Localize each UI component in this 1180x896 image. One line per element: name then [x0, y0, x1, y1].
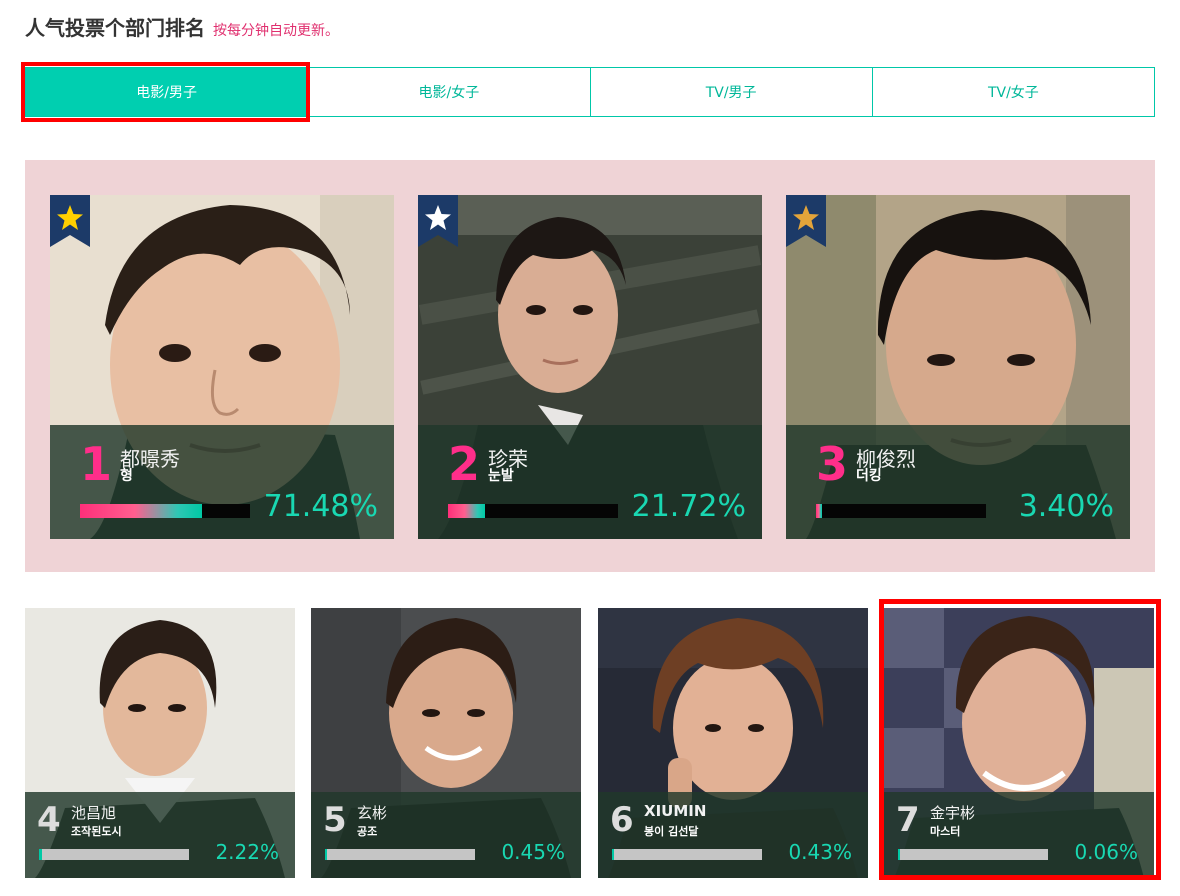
info-overlay: 6 XIUMIN 봉이 김선달 0.43% — [598, 792, 868, 878]
update-note: 按每分钟自动更新。 — [213, 23, 339, 39]
actor-name: XIUMIN — [644, 802, 707, 820]
actor-name: 金宇彬 — [930, 804, 976, 822]
category-tabs: 电影/男子 电影/女子 TV/男子 TV/女子 — [25, 67, 1155, 117]
rank-card-7[interactable]: 7 金宇彬 마스터 0.06% — [884, 608, 1154, 878]
work-title: 봉이 김선달 — [644, 825, 699, 838]
info-overlay: 3 柳俊烈 더킹 3.40% — [786, 425, 1130, 539]
rank-card-1[interactable]: 1 都暻秀 형 71.48% — [50, 195, 394, 539]
rank-number: 3 — [816, 437, 849, 491]
vote-bar — [39, 849, 189, 860]
info-overlay: 5 玄彬 공조 0.45% — [311, 792, 581, 878]
ribbon-badge — [786, 195, 826, 247]
vote-percent: 71.48% — [263, 489, 378, 524]
vote-bar — [448, 504, 618, 518]
vote-percent: 0.45% — [501, 840, 565, 864]
vote-percent: 0.43% — [788, 840, 852, 864]
rank-card-3[interactable]: 3 柳俊烈 더킹 3.40% — [786, 195, 1130, 539]
rank-number: 2 — [448, 437, 481, 491]
rank-number: 1 — [80, 437, 113, 491]
rank-card-2[interactable]: 2 珍荣 눈발 21.72% — [418, 195, 762, 539]
vote-bar — [898, 849, 1048, 860]
vote-bar-fill — [898, 849, 900, 860]
vote-bar-fill — [448, 504, 485, 518]
vote-percent: 21.72% — [631, 489, 746, 524]
tab-tv-female[interactable]: TV/女子 — [871, 68, 1154, 116]
rank-card-4[interactable]: 4 池昌旭 조작된도시 2.22% — [25, 608, 295, 878]
vote-bar-fill — [612, 849, 614, 860]
vote-bar — [325, 849, 475, 860]
vote-bar — [612, 849, 762, 860]
work-title: 더킹 — [856, 468, 882, 484]
ribbon-badge — [50, 195, 90, 247]
rank-card-5[interactable]: 5 玄彬 공조 0.45% — [311, 608, 581, 878]
vote-bar-fill — [325, 849, 327, 860]
vote-bar-fill — [816, 504, 822, 518]
ribbon-badge — [418, 195, 458, 247]
actor-name: 池昌旭 — [71, 804, 117, 822]
work-title: 형 — [120, 468, 133, 484]
vote-percent: 0.06% — [1074, 840, 1138, 864]
info-overlay: 7 金宇彬 마스터 0.06% — [884, 792, 1154, 878]
actor-name: 玄彬 — [357, 804, 388, 822]
tab-tv-male[interactable]: TV/男子 — [589, 68, 872, 116]
info-overlay: 4 池昌旭 조작된도시 2.22% — [25, 792, 295, 878]
vote-bar-fill — [39, 849, 43, 860]
vote-percent: 2.22% — [215, 840, 279, 864]
info-overlay: 1 都暻秀 형 71.48% — [50, 425, 394, 539]
vote-bar — [816, 504, 986, 518]
work-title: 조작된도시 — [71, 825, 122, 838]
work-title: 마스터 — [930, 825, 961, 838]
rank-number: 6 — [610, 800, 634, 840]
rank-number: 4 — [37, 800, 61, 840]
rank-card-6[interactable]: 6 XIUMIN 봉이 김선달 0.43% — [598, 608, 868, 878]
vote-percent: 3.40% — [1018, 489, 1114, 524]
info-overlay: 2 珍荣 눈발 21.72% — [418, 425, 762, 539]
work-title: 공조 — [357, 825, 378, 838]
work-title: 눈발 — [488, 468, 514, 484]
vote-bar — [80, 504, 250, 518]
page-title: 人气投票个部门排名 — [25, 16, 205, 40]
rank-number: 5 — [323, 800, 347, 840]
vote-bar-fill — [80, 504, 202, 518]
top-three-panel: 1 都暻秀 형 71.48% 2 珍荣 눈발 21.72% 3 柳俊烈 더킹 3… — [25, 160, 1155, 572]
page-header: 人气投票个部门排名 按每分钟自动更新。 — [25, 12, 339, 41]
rank-number: 7 — [896, 800, 920, 840]
tab-movie-female[interactable]: 电影/女子 — [307, 68, 590, 116]
tab-movie-male[interactable]: 电影/男子 — [26, 68, 308, 116]
